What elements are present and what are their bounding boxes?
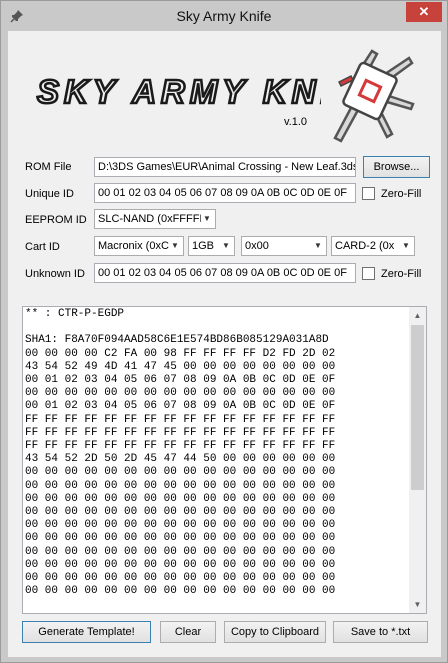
output-text[interactable]: ** : CTR-P-EGDP SHA1: F8A70F094AAD58C6E1… xyxy=(25,308,410,612)
eeprom-id-label: EEPROM ID xyxy=(25,214,87,226)
output-line: FF FF FF FF FF FF FF FF FF FF FF FF FF F… xyxy=(25,426,336,439)
logo-text: SKY ARMY KNIFE xyxy=(37,73,321,110)
swiss-army-knife-icon xyxy=(333,49,415,143)
output-line: 00 01 02 03 04 05 06 07 08 09 0A 0B 0C 0… xyxy=(25,374,336,387)
generate-template-button[interactable]: Generate Template! xyxy=(22,621,151,643)
output-line: 00 00 00 00 00 00 00 00 00 00 00 00 00 0… xyxy=(25,492,336,505)
title-bar[interactable]: Sky Army Knife ✕ xyxy=(1,1,447,31)
output-line: 00 00 00 00 00 00 00 00 00 00 00 00 00 0… xyxy=(25,466,336,479)
output-line: 43 54 52 2D 50 2D 45 47 44 50 00 00 00 0… xyxy=(25,453,336,466)
scroll-up-arrow-icon[interactable]: ▲ xyxy=(409,307,426,324)
chevron-down-icon: ▼ xyxy=(171,241,179,250)
output-line: 00 00 00 00 00 00 00 00 00 00 00 00 00 0… xyxy=(25,387,336,400)
cart-id-value-select[interactable]: 0x00 ▼ xyxy=(241,236,327,256)
cart-id-manufacturer-select[interactable]: Macronix (0xC ▼ xyxy=(94,236,184,256)
cart-id-size-select[interactable]: 1GB ▼ xyxy=(188,236,235,256)
unknown-id-zero-fill-label[interactable]: Zero-Fill xyxy=(381,268,421,280)
output-line: 00 00 00 00 00 00 00 00 00 00 00 00 00 0… xyxy=(25,585,336,598)
output-line: 43 54 52 49 4D 41 47 45 00 00 00 00 00 0… xyxy=(25,360,336,373)
chevron-down-icon: ▼ xyxy=(402,241,410,250)
app-window: Sky Army Knife ✕ SKY ARMY KNIFE v.1.0 RO… xyxy=(0,0,448,663)
unknown-id-label: Unknown ID xyxy=(25,268,85,280)
clear-button[interactable]: Clear xyxy=(160,621,216,643)
cart-id-size-value: 1GB xyxy=(192,240,215,252)
output-line: 00 00 00 00 C2 FA 00 98 FF FF FF FF D2 F… xyxy=(25,347,336,360)
output-line: 00 00 00 00 00 00 00 00 00 00 00 00 00 0… xyxy=(25,506,336,519)
unique-id-input[interactable]: 00 01 02 03 04 05 06 07 08 09 0A 0B 0C 0… xyxy=(94,183,356,203)
unknown-id-input[interactable]: 00 01 02 03 04 05 06 07 08 09 0A 0B 0C 0… xyxy=(94,263,356,283)
output-line: SHA1: F8A70F094AAD58C6E1E574BD86B085129A… xyxy=(25,334,329,347)
chevron-down-icon: ▼ xyxy=(222,241,230,250)
save-to-txt-button[interactable]: Save to *.txt xyxy=(333,621,428,643)
rom-file-label: ROM File xyxy=(25,161,72,173)
scrollbar-thumb[interactable] xyxy=(411,325,424,490)
chevron-down-icon: ▼ xyxy=(314,241,322,250)
unique-id-zero-fill-label[interactable]: Zero-Fill xyxy=(381,188,421,200)
output-line: FF FF FF FF FF FF FF FF FF FF FF FF FF F… xyxy=(25,440,336,453)
output-line: 00 00 00 00 00 00 00 00 00 00 00 00 00 0… xyxy=(25,545,336,558)
output-line: FF FF FF FF FF FF FF FF FF FF FF FF FF F… xyxy=(25,413,336,426)
output-line: ** : CTR-P-EGDP xyxy=(25,308,125,320)
chevron-down-icon: ▼ xyxy=(203,214,211,223)
cart-id-manufacturer-value: Macronix (0xC xyxy=(98,240,169,252)
browse-button[interactable]: Browse... xyxy=(363,156,430,178)
output-line: 00 00 00 00 00 00 00 00 00 00 00 00 00 0… xyxy=(25,532,336,545)
window-title: Sky Army Knife xyxy=(176,8,272,24)
version-label: v.1.0 xyxy=(284,116,308,128)
cart-id-card-type-value: CARD-2 (0x xyxy=(335,240,395,252)
vertical-scrollbar[interactable]: ▲ ▼ xyxy=(409,307,426,613)
cart-id-value-value: 0x00 xyxy=(245,240,269,252)
output-line: 00 00 00 00 00 00 00 00 00 00 00 00 00 0… xyxy=(25,572,336,585)
close-button[interactable]: ✕ xyxy=(406,2,442,22)
rom-file-input[interactable]: D:\3DS Games\EUR\Animal Crossing - New L… xyxy=(94,157,356,177)
eeprom-id-value: SLC-NAND (0xFFFFF xyxy=(98,213,201,225)
output-line: 00 01 02 03 04 05 06 07 08 09 0A 0B 0C 0… xyxy=(25,400,336,413)
unique-id-label: Unique ID xyxy=(25,188,74,200)
output-line: 00 00 00 00 00 00 00 00 00 00 00 00 00 0… xyxy=(25,519,336,532)
cart-id-card-type-select[interactable]: CARD-2 (0x ▼ xyxy=(331,236,415,256)
output-line: 00 00 00 00 00 00 00 00 00 00 00 00 00 0… xyxy=(25,479,336,492)
unknown-id-zero-fill-checkbox[interactable] xyxy=(362,267,375,280)
output-line: 00 00 00 00 00 00 00 00 00 00 00 00 00 0… xyxy=(25,558,336,571)
copy-to-clipboard-button[interactable]: Copy to Clipboard xyxy=(224,621,326,643)
eeprom-id-select[interactable]: SLC-NAND (0xFFFFF ▼ xyxy=(94,209,216,229)
app-logo: SKY ARMY KNIFE xyxy=(36,72,321,111)
scroll-down-arrow-icon[interactable]: ▼ xyxy=(409,596,426,613)
unique-id-zero-fill-checkbox[interactable] xyxy=(362,187,375,200)
cart-id-label: Cart ID xyxy=(25,241,60,253)
output-textarea[interactable]: ** : CTR-P-EGDP SHA1: F8A70F094AAD58C6E1… xyxy=(22,306,427,614)
